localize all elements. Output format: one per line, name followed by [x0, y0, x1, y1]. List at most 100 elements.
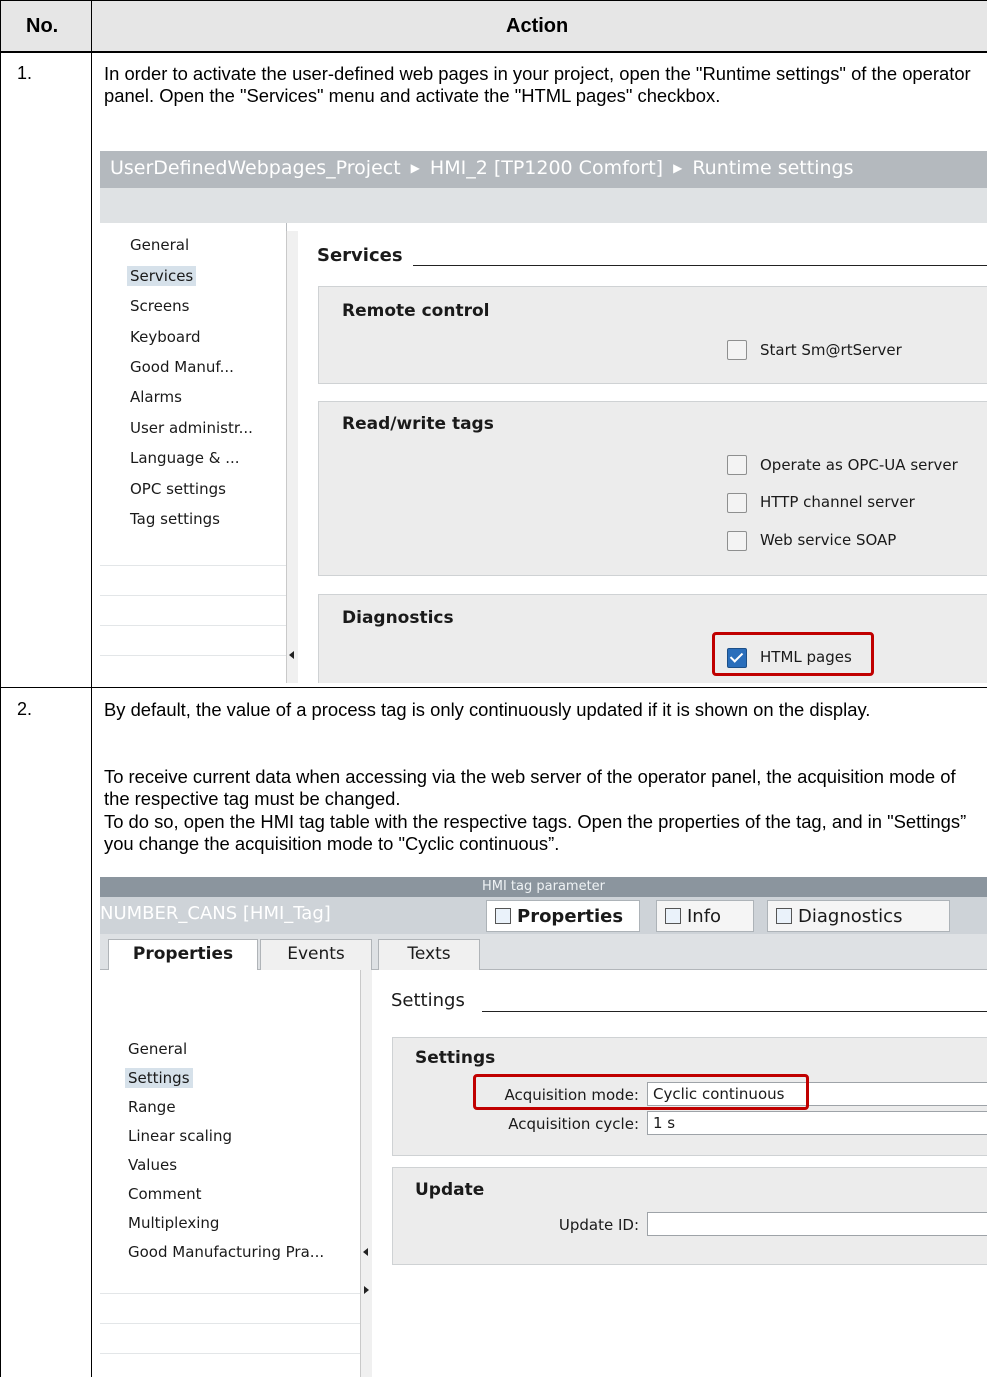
scroll-right-icon: [364, 1286, 369, 1294]
update-id-field[interactable]: [647, 1212, 987, 1236]
tab-label: Info: [687, 906, 722, 927]
subtab-events[interactable]: Events: [260, 939, 372, 970]
diagnostics-icon: [776, 908, 792, 924]
checkbox-label: HTTP channel server: [760, 493, 915, 511]
settings-nav: General Services Screens Keyboard Good M…: [100, 223, 287, 683]
nav-divider: [100, 655, 286, 656]
step-paragraph: To receive current data when accessing v…: [104, 766, 956, 809]
nav-item-user-admin[interactable]: User administr...: [130, 419, 253, 437]
table-header-rule: [0, 51, 987, 53]
nav-item-label: Services: [127, 266, 197, 286]
field-value: 1 s: [653, 1114, 676, 1132]
nav-item-gmp[interactable]: Good Manuf...: [130, 358, 234, 376]
tab-info[interactable]: Info: [656, 900, 754, 932]
web-service-soap-checkbox[interactable]: [727, 531, 747, 551]
subtab-texts[interactable]: Texts: [378, 939, 480, 970]
breadcrumb-device[interactable]: HMI_2 [TP1200 Comfort]: [430, 157, 663, 179]
section-rule: [413, 265, 987, 266]
tab-label: Diagnostics: [798, 906, 903, 927]
step-paragraph: By default, the value of a process tag i…: [104, 699, 871, 720]
step-instruction: In order to activate the user-defined we…: [104, 63, 971, 106]
info-icon: [665, 908, 681, 924]
toolbar-band: [100, 188, 987, 223]
breadcrumb-path: UserDefinedWebpages_Project ▶ HMI_2 [TP120…: [110, 157, 853, 179]
http-channel-checkbox[interactable]: [727, 493, 747, 513]
nav-item-gmp[interactable]: Good Manufacturing Pra...: [128, 1243, 324, 1261]
object-title: NUMBER_CANS [HMI_Tag]: [100, 903, 331, 924]
field-label: Acquisition cycle:: [508, 1115, 639, 1133]
checkbox-label: Web service SOAP: [760, 531, 897, 549]
table-col-rule: [91, 0, 92, 1377]
table-border-top: [0, 0, 987, 1]
header-action: Action: [506, 15, 569, 37]
nav-item-opc[interactable]: OPC settings: [130, 480, 226, 498]
runtime-settings-screenshot: UserDefinedWebpages_Project ▶ HMI_2 [TP120…: [100, 151, 987, 683]
nav-item-services[interactable]: Services: [127, 266, 197, 286]
nav-divider: [100, 565, 286, 566]
nav-item-tags[interactable]: Tag settings: [130, 510, 220, 528]
breadcrumb: UserDefinedWebpages_Project ▶ HMI_2 [TP120…: [100, 151, 987, 188]
tab-diagnostics[interactable]: Diagnostics: [767, 900, 950, 932]
group-read-write-tags: Read/write tags Operate as OPC-UA server…: [318, 401, 987, 576]
group-title: Read/write tags: [342, 414, 494, 434]
table-border-left: [0, 0, 1, 1377]
section-rule: [482, 1011, 987, 1012]
nav-item-alarms[interactable]: Alarms: [130, 388, 182, 406]
nav-divider: [100, 1323, 360, 1324]
nav-item-comment[interactable]: Comment: [128, 1185, 202, 1203]
nav-item-settings[interactable]: Settings: [125, 1068, 193, 1088]
nav-item-screens[interactable]: Screens: [130, 297, 189, 315]
nav-item-language[interactable]: Language & ...: [130, 449, 240, 467]
nav-item-range[interactable]: Range: [128, 1098, 176, 1116]
nav-item-keyboard[interactable]: Keyboard: [130, 328, 201, 346]
property-tabs: Properties Events Texts: [100, 934, 987, 971]
nav-item-linear-scaling[interactable]: Linear scaling: [128, 1127, 232, 1145]
nav-item-multiplexing[interactable]: Multiplexing: [128, 1214, 219, 1232]
breadcrumb-page[interactable]: Runtime settings: [692, 157, 853, 179]
properties-icon: [495, 908, 511, 924]
group-title: Remote control: [342, 301, 490, 321]
tag-properties-screenshot: HMI tag parameter NUMBER_CANS [HMI_Tag] …: [100, 877, 987, 1377]
highlight-box: [473, 1074, 809, 1110]
table-row-rule: [0, 687, 987, 688]
nav-scrollbar[interactable]: [360, 970, 372, 1377]
tab-properties[interactable]: Properties: [486, 900, 640, 932]
section-title: Settings: [391, 990, 465, 1011]
nav-item-general[interactable]: General: [128, 1040, 187, 1058]
table-header: [0, 0, 987, 52]
chevron-right-icon: ▶: [410, 161, 420, 175]
group-title: Update: [415, 1180, 485, 1200]
subtab-properties[interactable]: Properties: [108, 939, 258, 971]
chevron-right-icon: ▶: [673, 161, 683, 175]
checkbox-label: Start Sm@rtServer: [760, 341, 902, 359]
sm-rtserver-checkbox[interactable]: [727, 340, 747, 360]
header-no: No.: [26, 15, 59, 37]
inspector-header: NUMBER_CANS [HMI_Tag] Properties Info Di…: [100, 897, 987, 934]
nav-divider: [100, 1353, 360, 1354]
tag-nav: General Settings Range Linear scaling Va…: [100, 970, 361, 1377]
nav-divider: [100, 1293, 360, 1294]
tab-label: Properties: [517, 906, 624, 927]
checkbox-label: Operate as OPC-UA server: [760, 456, 958, 474]
step-number: 1.: [17, 63, 33, 83]
breadcrumb-project[interactable]: UserDefinedWebpages_Project: [110, 157, 401, 179]
group-title: Settings: [415, 1048, 496, 1068]
nav-scrollbar[interactable]: [286, 231, 298, 683]
scroll-left-icon: [363, 1248, 368, 1256]
window-title: HMI tag parameter: [481, 879, 606, 894]
scroll-left-icon: [289, 651, 294, 659]
nav-divider: [100, 625, 286, 626]
nav-item-label: Settings: [125, 1068, 193, 1088]
group-title: Diagnostics: [342, 608, 454, 628]
section-title: Services: [317, 245, 403, 266]
opc-ua-server-checkbox[interactable]: [727, 455, 747, 475]
nav-divider: [100, 595, 286, 596]
step-number: 2.: [17, 699, 33, 719]
nav-item-general[interactable]: General: [130, 236, 189, 254]
group-diagnostics: Diagnostics HTML pages: [318, 594, 987, 683]
step-paragraph: To do so, open the HMI tag table with th…: [104, 811, 967, 854]
nav-item-values[interactable]: Values: [128, 1156, 177, 1174]
group-update: Update Update ID:: [392, 1167, 987, 1265]
highlight-box: [712, 632, 874, 676]
acquisition-cycle-field[interactable]: 1 s: [647, 1111, 987, 1135]
